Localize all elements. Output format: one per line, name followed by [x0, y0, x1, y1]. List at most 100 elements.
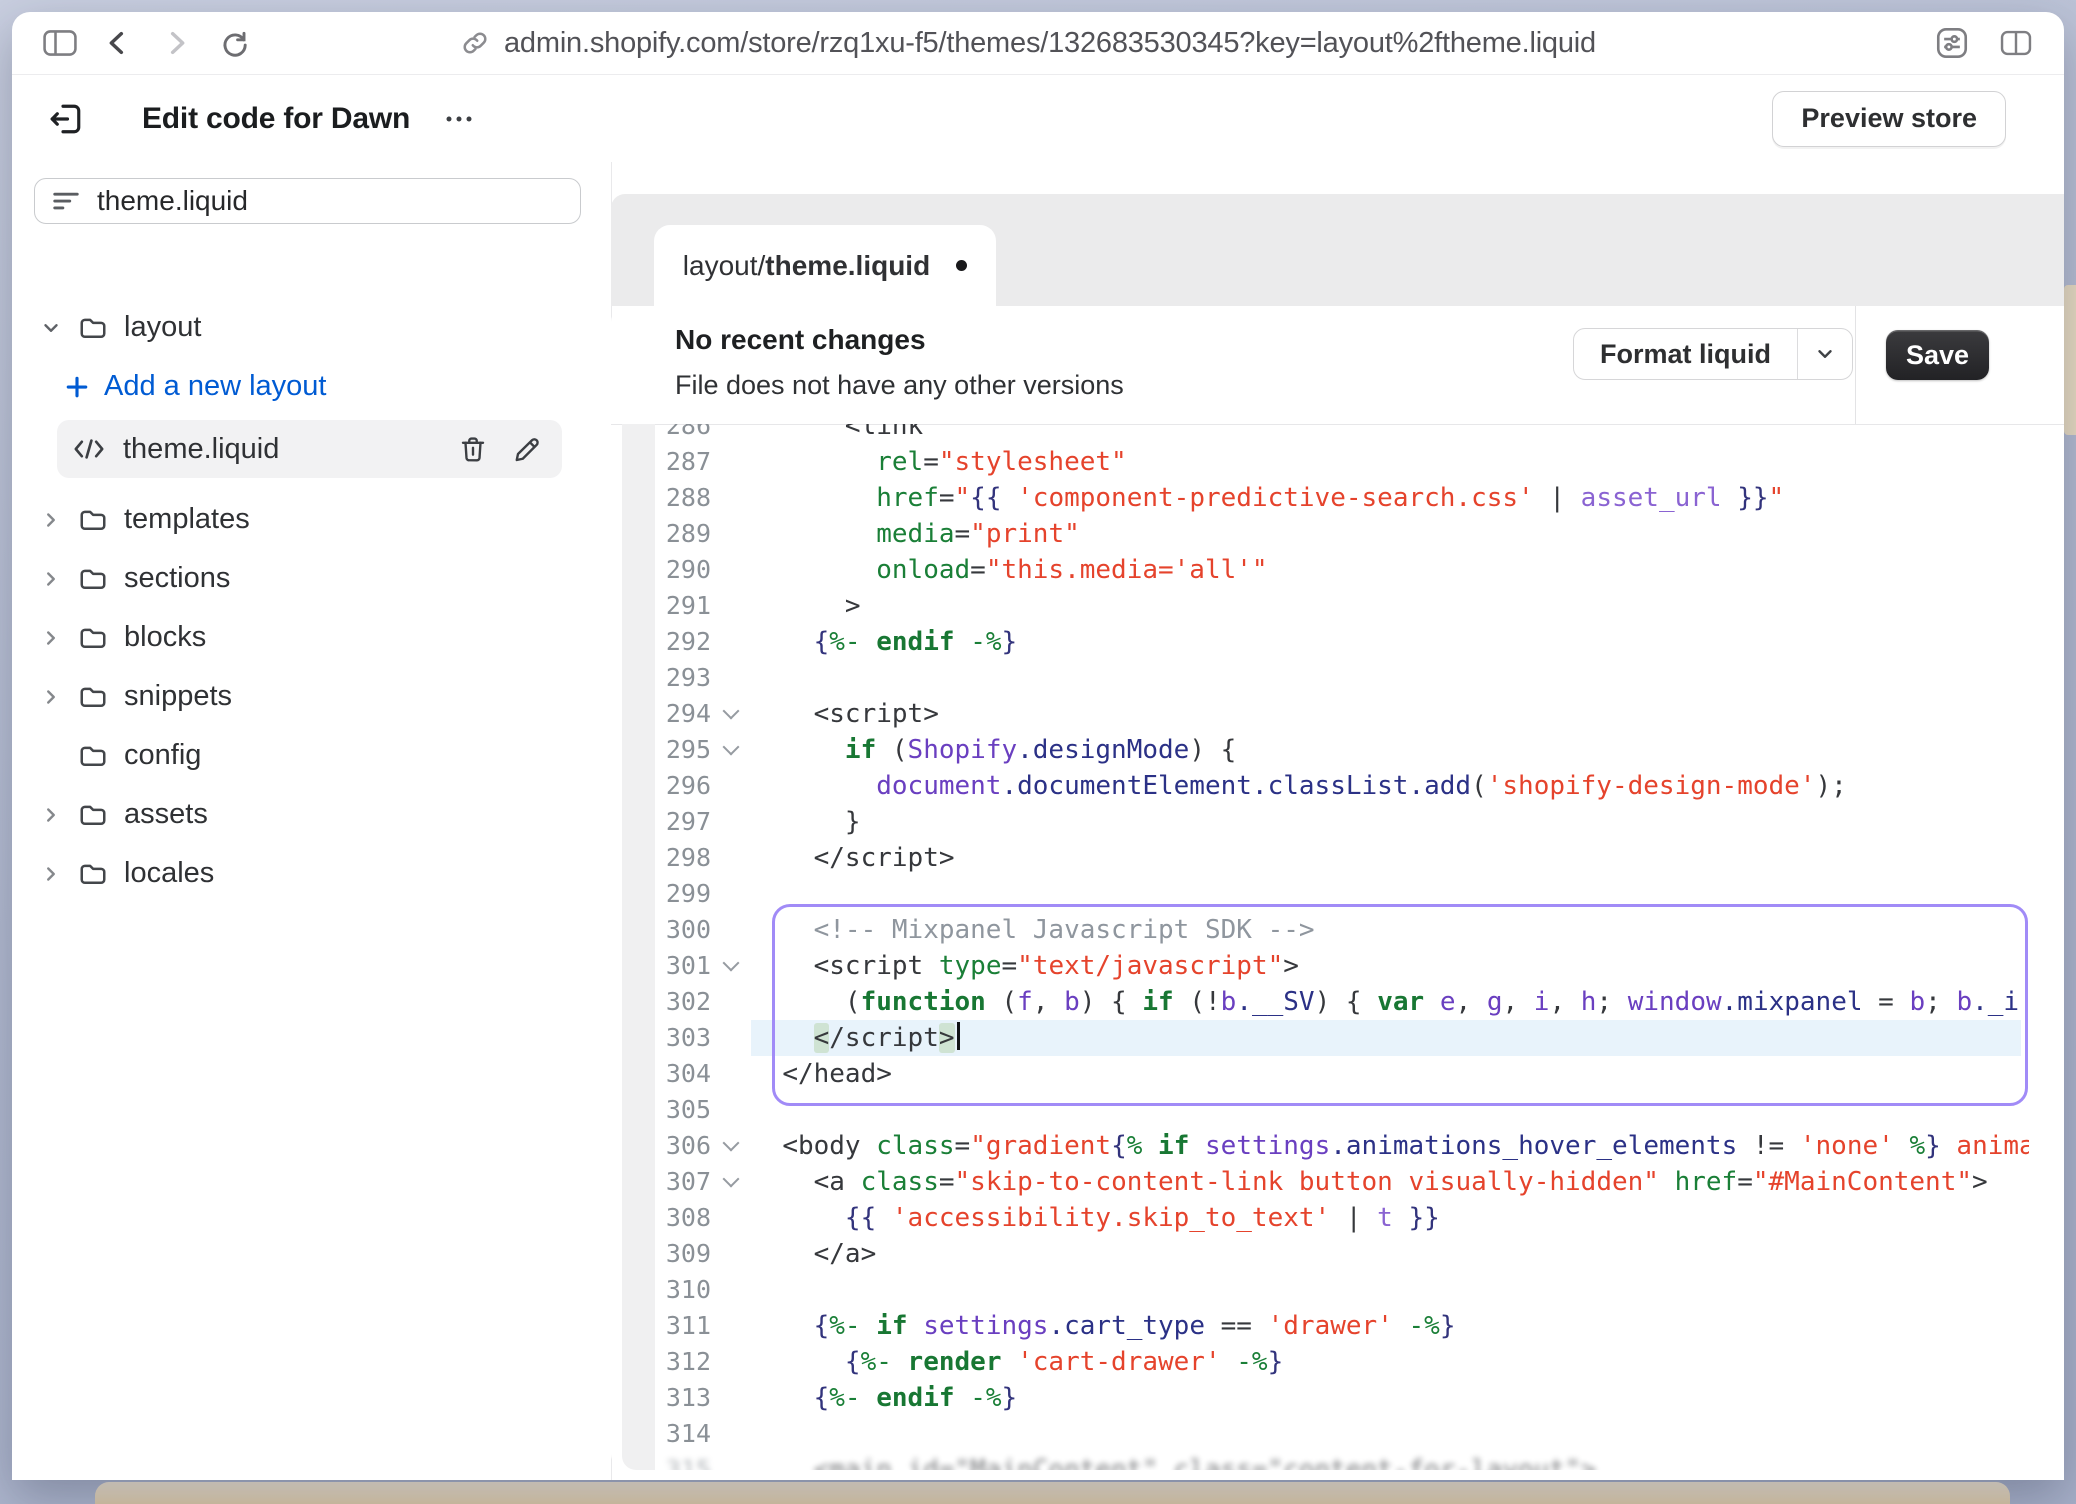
fold-chevron-icon[interactable] — [711, 732, 751, 768]
sidebar-item-config[interactable]: config — [12, 726, 611, 785]
exit-icon[interactable] — [44, 97, 88, 141]
code-line-312[interactable]: 312 {%- render 'cart-drawer' -%} — [611, 1344, 2029, 1380]
line-number[interactable]: 296 — [611, 768, 711, 804]
code-line-310[interactable]: 310 — [611, 1272, 2029, 1308]
chevron-right-icon[interactable] — [40, 627, 78, 649]
line-number[interactable]: 290 — [611, 552, 711, 588]
code-line-291[interactable]: 291 > — [611, 588, 2029, 624]
line-number[interactable]: 303 — [611, 1020, 711, 1056]
back-icon[interactable] — [100, 25, 136, 61]
code-line-304[interactable]: 304 </head> — [611, 1056, 2029, 1092]
code-line-299[interactable]: 299 — [611, 876, 2029, 912]
preview-store-button[interactable]: Preview store — [1772, 91, 2006, 147]
reload-icon[interactable] — [216, 25, 252, 61]
fold-chevron-icon[interactable] — [711, 948, 751, 984]
fold-chevron-icon[interactable] — [711, 1128, 751, 1164]
address-bar[interactable]: admin.shopify.com/store/rzq1xu-f5/themes… — [460, 22, 1596, 64]
code-line-296[interactable]: 296 document.documentElement.classList.a… — [611, 768, 2029, 804]
line-number[interactable]: 301 — [611, 948, 711, 984]
line-number[interactable]: 315 — [611, 1452, 711, 1470]
code-line-287[interactable]: 287 rel="stylesheet" — [611, 444, 2029, 480]
code-line-308[interactable]: 308 {{ 'accessibility.skip_to_text' | t … — [611, 1200, 2029, 1236]
chevron-right-icon[interactable] — [40, 863, 78, 885]
code-line-302[interactable]: 302 (function (f, b) { if (!b.__SV) { va… — [611, 984, 2029, 1020]
rename-file-icon[interactable] — [512, 434, 542, 464]
code-line-303[interactable]: 303 </script> — [611, 1020, 2029, 1056]
line-number[interactable]: 287 — [611, 444, 711, 480]
format-liquid-button[interactable]: Format liquid — [1574, 329, 1797, 379]
line-number[interactable]: 308 — [611, 1200, 711, 1236]
fold-chevron-icon[interactable] — [711, 696, 751, 732]
sidebar-item-blocks[interactable]: blocks — [12, 608, 611, 667]
sidebar-item-add-a-new-layout[interactable]: Add a new layout — [12, 357, 611, 416]
line-number[interactable]: 313 — [611, 1380, 711, 1416]
save-button[interactable]: Save — [1886, 330, 1989, 380]
line-number[interactable]: 289 — [611, 516, 711, 552]
line-number[interactable]: 297 — [611, 804, 711, 840]
line-number[interactable]: 298 — [611, 840, 711, 876]
line-number[interactable]: 299 — [611, 876, 711, 912]
code-line-297[interactable]: 297 } — [611, 804, 2029, 840]
line-number[interactable]: 314 — [611, 1416, 711, 1452]
line-number[interactable]: 286 — [611, 424, 711, 444]
code-line-301[interactable]: 301 <script type="text/javascript"> — [611, 948, 2029, 984]
line-number[interactable]: 310 — [611, 1272, 711, 1308]
line-number[interactable]: 294 — [611, 696, 711, 732]
chevron-right-icon[interactable] — [40, 568, 78, 590]
sidebar-item-theme-liquid-selected[interactable]: theme.liquid — [57, 420, 562, 478]
code-line-313[interactable]: 313 {%- endif -%} — [611, 1380, 2029, 1416]
line-number[interactable]: 304 — [611, 1056, 711, 1092]
code-editor[interactable]: 286 <link287 rel="stylesheet"288 href="{… — [611, 424, 2064, 1470]
code-line-307[interactable]: 307 <a class="skip-to-content-link butto… — [611, 1164, 2029, 1200]
line-number[interactable]: 311 — [611, 1308, 711, 1344]
line-number[interactable]: 309 — [611, 1236, 711, 1272]
code-line-309[interactable]: 309 </a> — [611, 1236, 2029, 1272]
delete-file-icon[interactable] — [458, 434, 488, 464]
sidebar-item-templates[interactable]: templates — [12, 490, 611, 549]
line-number[interactable]: 307 — [611, 1164, 711, 1200]
code-line-306[interactable]: 306 <body class="gradient{% if settings.… — [611, 1128, 2029, 1164]
chevron-right-icon[interactable] — [40, 804, 78, 826]
line-number[interactable]: 305 — [611, 1092, 711, 1128]
search-input[interactable] — [97, 185, 564, 217]
sidebar-item-assets[interactable]: assets — [12, 785, 611, 844]
code-line-288[interactable]: 288 href="{{ 'component-predictive-searc… — [611, 480, 2029, 516]
code-line-289[interactable]: 289 media="print" — [611, 516, 2029, 552]
more-options-icon[interactable] — [444, 113, 474, 125]
code-line-286[interactable]: 286 <link — [611, 424, 2029, 444]
code-line-311[interactable]: 311 {%- if settings.cart_type == 'drawer… — [611, 1308, 2029, 1344]
line-number[interactable]: 312 — [611, 1344, 711, 1380]
code-line-305[interactable]: 305 — [611, 1092, 2029, 1128]
code-line-290[interactable]: 290 onload="this.media='all'" — [611, 552, 2029, 588]
chevron-right-icon[interactable] — [40, 509, 78, 531]
line-number[interactable]: 292 — [611, 624, 711, 660]
code-line-314[interactable]: 314 — [611, 1416, 2029, 1452]
code-line-292[interactable]: 292 {%- endif -%} — [611, 624, 2029, 660]
line-number[interactable]: 295 — [611, 732, 711, 768]
sidebar-item-locales[interactable]: locales — [12, 844, 611, 903]
code-line-300[interactable]: 300 <!-- Mixpanel Javascript SDK --> — [611, 912, 2029, 948]
sidebar-toggle-icon[interactable] — [42, 25, 78, 61]
format-options-dropdown[interactable] — [1797, 329, 1852, 379]
code-line-293[interactable]: 293 — [611, 660, 2029, 696]
chevron-right-icon[interactable] — [40, 686, 78, 708]
sidebar-item-layout[interactable]: layout — [12, 298, 611, 357]
code-line-294[interactable]: 294 <script> — [611, 696, 2029, 732]
line-number[interactable]: 302 — [611, 984, 711, 1020]
sidebar-item-sections[interactable]: sections — [12, 549, 611, 608]
fold-chevron-icon[interactable] — [711, 1164, 751, 1200]
line-number[interactable]: 306 — [611, 1128, 711, 1164]
file-search-box[interactable] — [34, 178, 581, 224]
forward-icon[interactable] — [158, 25, 194, 61]
line-number[interactable]: 291 — [611, 588, 711, 624]
split-view-icon[interactable] — [1998, 25, 2034, 61]
line-number[interactable]: 288 — [611, 480, 711, 516]
extensions-icon[interactable] — [1934, 25, 1970, 61]
sidebar-item-snippets[interactable]: snippets — [12, 667, 611, 726]
line-number[interactable]: 300 — [611, 912, 711, 948]
line-number[interactable]: 293 — [611, 660, 711, 696]
code-line-295[interactable]: 295 if (Shopify.designMode) { — [611, 732, 2029, 768]
chevron-down-icon[interactable] — [40, 317, 78, 339]
tab-theme-liquid[interactable]: layout/theme.liquid — [654, 225, 996, 306]
code-line-315[interactable]: 315 <main id="MainContent" class="conten… — [611, 1452, 2029, 1470]
